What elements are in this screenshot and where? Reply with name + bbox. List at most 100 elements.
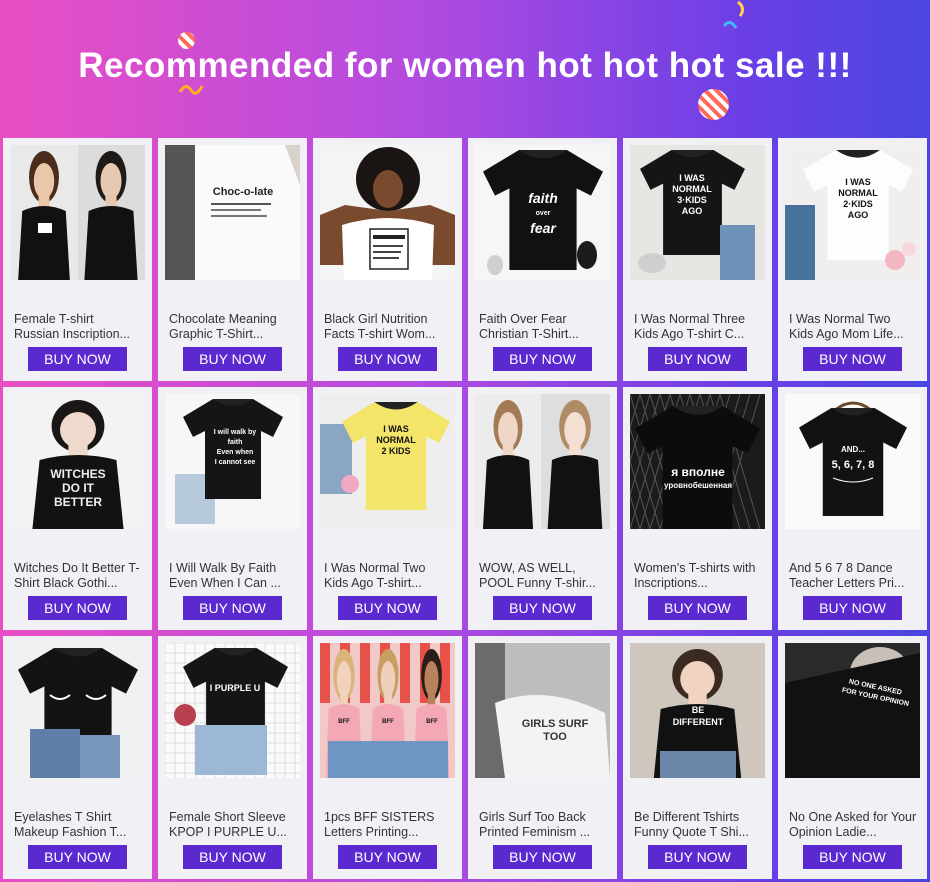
product-image[interactable]: я вполне уровнобешенная [630, 394, 765, 529]
product-name-link[interactable]: Women's T-shirts with Inscriptions... [634, 561, 762, 591]
decor-streamer-icon [722, 0, 745, 29]
svg-text:BFF: BFF [382, 719, 394, 725]
buy-now-button[interactable]: BUY NOW [183, 596, 282, 620]
svg-text:WITCHES: WITCHES [50, 467, 105, 481]
product-image[interactable]: I WAS NORMAL 2·KIDS AGO [785, 145, 920, 280]
svg-text:faith: faith [228, 439, 243, 446]
page-title: Recommended for women hot hot hot sale !… [78, 46, 852, 85]
product-name-link[interactable]: WOW, AS WELL, POOL Funny T-shir... [479, 561, 607, 591]
product-name-link[interactable]: No One Asked for Your Opinion Ladie... [789, 810, 917, 840]
product-card[interactable]: BE DIFFERENT Be Different Tshirts Funny Qu… [623, 636, 772, 879]
svg-text:3·KIDS: 3·KIDS [677, 195, 707, 205]
product-image[interactable]: Choc-o-late [165, 145, 300, 280]
buy-now-button[interactable]: BUY NOW [28, 347, 127, 371]
product-name-link[interactable]: Witches Do It Better T-Shirt Black Gothi… [14, 561, 142, 591]
svg-text:faith: faith [528, 190, 558, 206]
svg-text:I will walk by: I will walk by [214, 429, 257, 436]
product-image[interactable]: BFF BFF BFF [320, 643, 455, 778]
product-card[interactable]: WITCHES DO IT BETTER Witches Do It Better T… [3, 387, 152, 630]
svg-text:AND...: AND... [841, 445, 865, 454]
product-card[interactable]: I WAS NORMAL 2·KIDS AGO I Was Normal Two Kid… [778, 138, 927, 381]
buy-now-button[interactable]: BUY NOW [183, 347, 282, 371]
product-card[interactable]: Black Girl Nutrition Facts T-shirt Wom..… [313, 138, 462, 381]
product-image[interactable]: I will walk by faith Even when I cannot see [165, 394, 300, 529]
buy-now-button[interactable]: BUY NOW [28, 845, 127, 869]
decor-candy-ball-icon [698, 89, 729, 120]
product-name-link[interactable]: Chocolate Meaning Graphic T-Shirt... [169, 312, 297, 342]
product-card[interactable]: I will walk by faith Even when I cannot see… [158, 387, 307, 630]
product-image[interactable]: AND... 5, 6, 7, 8 [785, 394, 920, 529]
svg-text:fear: fear [530, 220, 557, 236]
product-card[interactable]: GIRLS SURF TOO Girls Surf Too Back Printed… [468, 636, 617, 879]
svg-text:TOO: TOO [543, 731, 567, 743]
product-name-link[interactable]: Girls Surf Too Back Printed Feminism ... [479, 810, 607, 840]
product-name-link[interactable]: Black Girl Nutrition Facts T-shirt Wom..… [324, 312, 452, 342]
svg-text:уровнобешенная: уровнобешенная [664, 481, 732, 490]
product-name-link[interactable]: Eyelashes T Shirt Makeup Fashion T... [14, 810, 142, 840]
product-card[interactable]: WOW, AS WELL, POOL Funny T-shir... BUY NO… [468, 387, 617, 630]
product-name-link[interactable]: Faith Over Fear Christian T-Shirt... [479, 312, 607, 342]
buy-now-button[interactable]: BUY NOW [338, 347, 437, 371]
product-card[interactable]: I WAS NORMAL 2 KIDS I Was Normal Two Kids A… [313, 387, 462, 630]
product-card[interactable]: Female T-shirt Russian Inscription... BUY… [3, 138, 152, 381]
product-card[interactable]: I WAS NORMAL 3·KIDS AGO I Was Normal Three K… [623, 138, 772, 381]
product-image[interactable] [10, 145, 145, 280]
product-name-link[interactable]: Female Short Sleeve KPOP I PURPLE U... [169, 810, 297, 840]
buy-now-button[interactable]: BUY NOW [338, 845, 437, 869]
product-image[interactable] [320, 145, 455, 280]
product-image[interactable]: GIRLS SURF TOO [475, 643, 610, 778]
svg-text:GIRLS SURF: GIRLS SURF [522, 718, 589, 730]
svg-text:я вполне: я вполне [671, 465, 725, 479]
product-card[interactable]: BFF BFF BFF 1pcs BFF SISTERS Letters Printi… [313, 636, 462, 879]
product-image[interactable] [10, 643, 145, 778]
product-image[interactable]: NO ONE ASKED FOR YOUR OPINION [785, 643, 920, 778]
svg-text:DO IT: DO IT [62, 481, 95, 495]
promo-banner: Recommended for women hot hot hot sale !… [0, 0, 930, 138]
buy-now-button[interactable]: BUY NOW [493, 845, 592, 869]
buy-now-button[interactable]: BUY NOW [493, 347, 592, 371]
product-name-link[interactable]: I Was Normal Two Kids Ago T-shirt... [324, 561, 452, 591]
product-card[interactable]: Eyelashes T Shirt Makeup Fashion T... BUY… [3, 636, 152, 879]
product-name-link[interactable]: I Was Normal Three Kids Ago T-shirt C... [634, 312, 762, 342]
svg-text:over: over [536, 210, 551, 217]
svg-text:I WAS: I WAS [679, 173, 705, 183]
product-image[interactable]: faith over fear [475, 145, 610, 280]
buy-now-button[interactable]: BUY NOW [183, 845, 282, 869]
buy-now-button[interactable]: BUY NOW [803, 845, 902, 869]
product-card[interactable]: Choc-o-late Chocolate Meaning Graphic T-S… [158, 138, 307, 381]
svg-text:NORMAL: NORMAL [376, 435, 416, 445]
product-card[interactable]: AND... 5, 6, 7, 8 And 5 6 7 8 Dance Teache… [778, 387, 927, 630]
svg-text:AGO: AGO [682, 206, 703, 216]
svg-text:Choc-o-late: Choc-o-late [213, 186, 274, 198]
svg-text:DIFFERENT: DIFFERENT [673, 717, 724, 727]
product-name-link[interactable]: I Will Walk By Faith Even When I Can ... [169, 561, 297, 591]
svg-text:5, 6, 7, 8: 5, 6, 7, 8 [832, 459, 875, 471]
product-image[interactable]: BE DIFFERENT [630, 643, 765, 778]
product-card[interactable]: I PURPLE U Female Short Sleeve KPOP I PUR… [158, 636, 307, 879]
svg-text:2 KIDS: 2 KIDS [381, 446, 410, 456]
product-name-link[interactable]: Female T-shirt Russian Inscription... [14, 312, 142, 342]
product-name-link[interactable]: I Was Normal Two Kids Ago Mom Life... [789, 312, 917, 342]
buy-now-button[interactable]: BUY NOW [803, 347, 902, 371]
buy-now-button[interactable]: BUY NOW [648, 845, 747, 869]
product-image[interactable]: WITCHES DO IT BETTER [10, 394, 145, 529]
product-name-link[interactable]: 1pcs BFF SISTERS Letters Printing... [324, 810, 452, 840]
buy-now-button[interactable]: BUY NOW [648, 347, 747, 371]
product-name-link[interactable]: And 5 6 7 8 Dance Teacher Letters Pri... [789, 561, 917, 591]
product-card[interactable]: NO ONE ASKED FOR YOUR OPINION No One Asked… [778, 636, 927, 879]
product-image[interactable]: I WAS NORMAL 3·KIDS AGO [630, 145, 765, 280]
product-name-link[interactable]: Be Different Tshirts Funny Quote T Shi..… [634, 810, 762, 840]
product-image[interactable]: I PURPLE U [165, 643, 300, 778]
svg-text:NORMAL: NORMAL [838, 188, 878, 198]
svg-text:AGO: AGO [848, 210, 869, 220]
product-card[interactable]: faith over fear Faith Over Fear Christian T… [468, 138, 617, 381]
buy-now-button[interactable]: BUY NOW [648, 596, 747, 620]
product-card[interactable]: я вполне уровнобешенная Women's T-shirts w… [623, 387, 772, 630]
svg-text:I cannot see: I cannot see [215, 459, 256, 466]
buy-now-button[interactable]: BUY NOW [28, 596, 127, 620]
buy-now-button[interactable]: BUY NOW [803, 596, 902, 620]
product-image[interactable] [475, 394, 610, 529]
buy-now-button[interactable]: BUY NOW [493, 596, 592, 620]
product-image[interactable]: I WAS NORMAL 2 KIDS [320, 394, 455, 529]
buy-now-button[interactable]: BUY NOW [338, 596, 437, 620]
